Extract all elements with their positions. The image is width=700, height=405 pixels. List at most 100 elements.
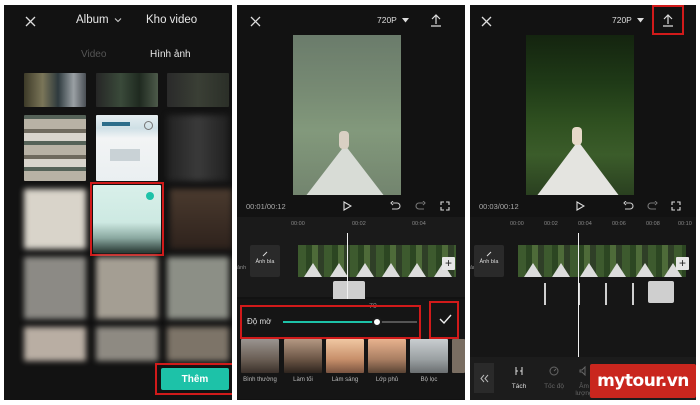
play-icon[interactable] [340, 199, 354, 213]
close-icon[interactable] [247, 13, 263, 29]
ruler-tick: 00:08 [646, 221, 660, 227]
gallery-thumbnail[interactable] [96, 257, 158, 319]
frame-thumbnail [408, 263, 426, 277]
tab-album[interactable]: Album [76, 14, 122, 26]
undo-icon[interactable] [388, 199, 402, 213]
fullscreen-icon[interactable] [669, 199, 683, 213]
add-clip-icon[interactable]: + [442, 257, 455, 270]
subtab-hinh-anh[interactable]: Hình ảnh [150, 49, 191, 60]
video-track[interactable] [298, 245, 456, 277]
gallery-thumbnail[interactable] [167, 115, 229, 181]
gallery-thumbnail[interactable] [24, 257, 86, 319]
overlay-clip[interactable] [648, 281, 674, 303]
filter-label: Bình thường [243, 377, 277, 383]
frame-thumbnail [524, 263, 542, 277]
gallery-thumbnail[interactable] [24, 115, 86, 181]
playhead[interactable] [578, 233, 579, 357]
gallery-thumbnail[interactable] [96, 327, 158, 361]
resolution-label: 720P [612, 15, 632, 25]
resolution-selector[interactable]: 720P [612, 15, 645, 25]
cover-label: Ảnh bìa [479, 259, 499, 265]
overlay-marker[interactable] [544, 283, 546, 305]
caret-down-icon [402, 18, 410, 23]
close-icon[interactable] [478, 13, 494, 29]
frame-thumbnail [356, 263, 374, 277]
thumbnail-detail [110, 149, 140, 161]
gallery-thumbnail[interactable] [167, 327, 229, 361]
playhead[interactable] [347, 233, 348, 303]
highlight-selected-photo [90, 182, 164, 256]
add-clip-icon[interactable]: + [676, 257, 689, 270]
ruler-tick: 00:00 [291, 221, 305, 227]
overlay-marker[interactable] [632, 283, 634, 305]
editor-panel-opacity: 720P 00:01/00:12 00:00 00:02 00:04 ảnh Ả… [237, 5, 465, 400]
close-icon[interactable] [22, 13, 38, 29]
tool-split[interactable]: Tách [508, 363, 530, 390]
tool-label: Tách [511, 383, 527, 390]
frame-thumbnail [330, 263, 348, 277]
gallery-thumbnail[interactable] [170, 189, 232, 249]
thumbnail-detail [102, 122, 130, 126]
ruler-tick: 00:02 [544, 221, 558, 227]
fullscreen-icon[interactable] [438, 199, 452, 213]
filter-thumbnail[interactable] [326, 339, 364, 373]
back-chevron-icon[interactable] [474, 363, 494, 393]
resolution-selector[interactable]: 720P [377, 15, 410, 25]
edit-icon [486, 251, 492, 257]
gallery-thumbnail[interactable] [96, 73, 158, 107]
overlay-marker[interactable] [605, 283, 607, 305]
filter-thumbnail[interactable] [284, 339, 322, 373]
frame-thumbnail [580, 263, 598, 277]
tab-kho-video[interactable]: Kho video [146, 14, 197, 26]
media-picker-panel: Album Kho video Video Hình ảnh Thêm [4, 5, 232, 400]
ruler-tick: 00:04 [578, 221, 592, 227]
export-icon[interactable] [428, 12, 444, 28]
ruler-tick: 00:04 [412, 221, 426, 227]
redo-icon[interactable] [645, 199, 659, 213]
side-label: ảnh [237, 265, 247, 271]
gallery-thumbnail[interactable] [96, 115, 158, 181]
playback-time: 00:03/00:12 [479, 202, 519, 211]
tab-album-label: Album [76, 14, 109, 26]
split-icon [515, 367, 523, 375]
bride-figure [572, 127, 582, 145]
playback-time: 00:01/00:12 [246, 202, 286, 211]
tool-label: Tốc độ [544, 383, 564, 390]
video-preview[interactable] [293, 35, 401, 195]
filter-label: Làm tối [293, 377, 313, 383]
overlay-clip[interactable] [333, 281, 365, 301]
highlight-opacity-slider [240, 305, 421, 339]
bride-figure [339, 131, 349, 149]
tool-speed[interactable]: Tốc độ [542, 363, 566, 390]
ruler-tick: 00:00 [510, 221, 524, 227]
play-icon[interactable] [573, 199, 587, 213]
video-preview[interactable] [526, 35, 634, 195]
cover-button[interactable]: Ảnh bìa [250, 245, 280, 277]
video-track[interactable] [518, 245, 686, 277]
cover-label: Ảnh bìa [255, 259, 275, 265]
bride-figure [305, 145, 385, 195]
frame-thumbnail [636, 263, 654, 277]
cover-button[interactable]: Ảnh bìa [474, 245, 504, 277]
filter-thumbnail[interactable] [452, 339, 465, 373]
gallery-thumbnail[interactable] [167, 257, 229, 319]
resolution-label: 720P [377, 15, 397, 25]
highlight-confirm-button [429, 301, 459, 339]
subtab-video[interactable]: Video [81, 49, 106, 60]
redo-icon[interactable] [413, 199, 427, 213]
gallery-thumbnail[interactable] [24, 327, 86, 361]
filter-label: Bộ lọc [420, 377, 438, 383]
editor-panel-export: 720P 00:03/00:12 00:00 00:02 00:04 00:06… [470, 5, 696, 400]
select-circle-icon[interactable] [144, 121, 153, 130]
filter-thumbnail[interactable] [410, 339, 448, 373]
undo-icon[interactable] [621, 199, 635, 213]
filter-thumbnail[interactable] [241, 339, 279, 373]
gallery-thumbnail[interactable] [167, 73, 229, 107]
filter-thumbnail[interactable] [368, 339, 406, 373]
gallery-thumbnail[interactable] [24, 73, 86, 107]
bride-figure [536, 141, 620, 195]
caret-down-icon [637, 18, 645, 23]
frame-thumbnail [608, 263, 626, 277]
watermark-logo: mytour.vn [590, 364, 696, 398]
gallery-thumbnail[interactable] [24, 189, 86, 249]
